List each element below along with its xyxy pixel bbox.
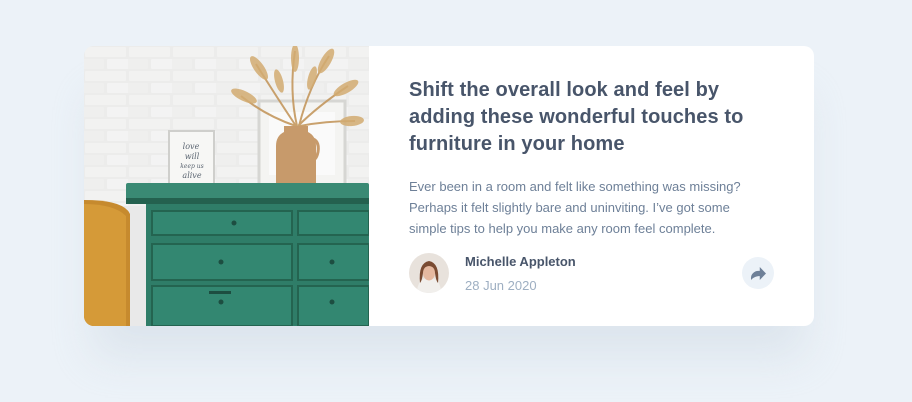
article-content: Shift the overall look and feel by addin…: [409, 77, 779, 239]
post-date: 28 Jun 2020: [465, 278, 537, 293]
drawers-illustration: love will keep us alive: [84, 46, 369, 326]
share-icon: [750, 266, 766, 280]
print-text-1: love: [183, 142, 200, 151]
author-row: Michelle Appleton 28 Jun 2020: [409, 253, 774, 293]
print-text-4: alive: [182, 171, 201, 180]
article-photo: love will keep us alive: [84, 46, 369, 326]
article-excerpt: Ever been in a room and felt like someth…: [409, 179, 741, 236]
print-text-3: keep us: [180, 163, 203, 170]
article-preview-card: love will keep us alive Shift the overal…: [84, 46, 814, 326]
author-name: Michelle Appleton: [465, 254, 576, 269]
share-button[interactable]: [742, 257, 774, 289]
print-text-2: will: [185, 152, 200, 161]
article-headline[interactable]: Shift the overall look and feel by addin…: [409, 77, 779, 158]
avatar: [409, 253, 449, 293]
